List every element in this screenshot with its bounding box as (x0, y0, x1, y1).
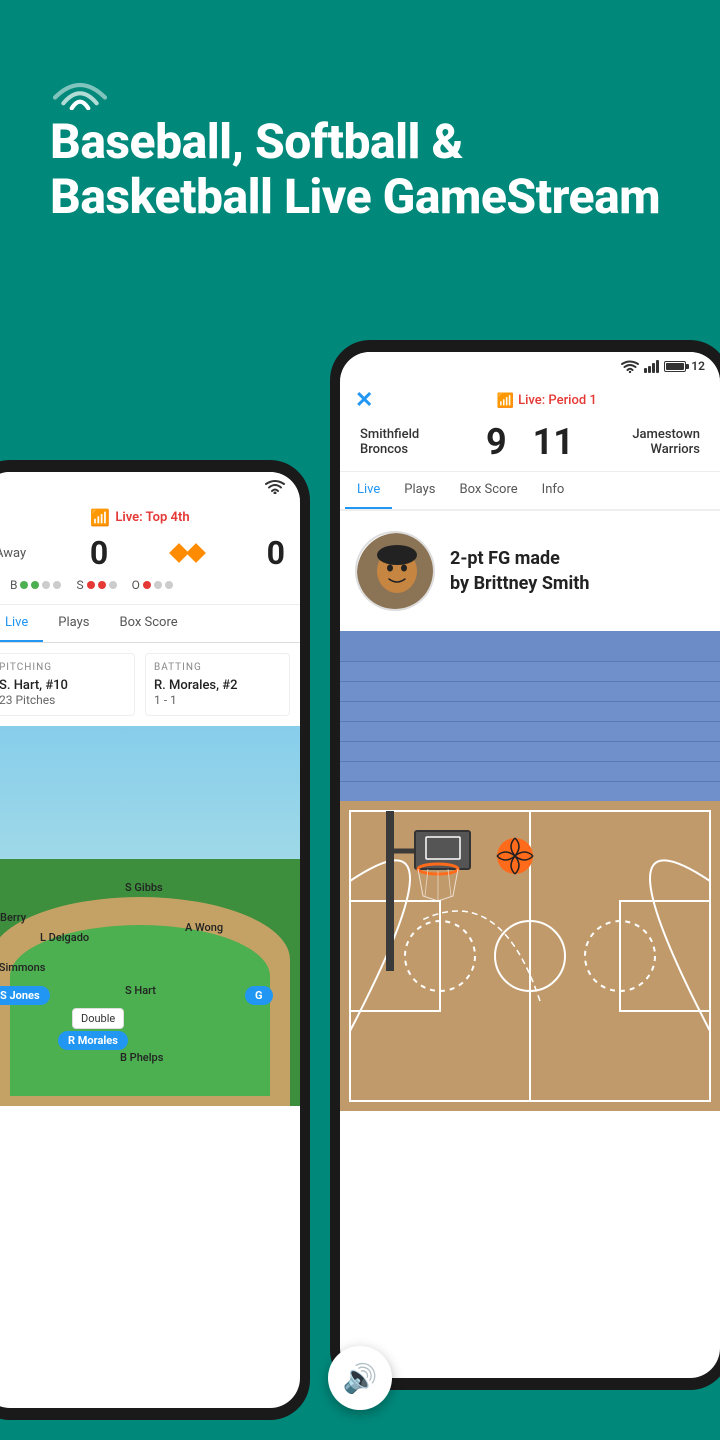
player-b-phelps: B Phelps (120, 1051, 163, 1064)
away-score: 0 (90, 534, 108, 572)
pitching-label: PITCHING (0, 662, 126, 673)
player-s-gibbs: S Gibbs (125, 881, 163, 894)
tabs-right: Live Plays Box Score Info (340, 472, 720, 511)
status-bar-left (0, 472, 300, 500)
tab-live-left[interactable]: Live (0, 605, 43, 642)
play-line2: by Brittney Smith (450, 571, 589, 596)
field-infield-grass (10, 925, 270, 1096)
player-avatar-svg (357, 533, 435, 611)
player-avatar (355, 531, 435, 611)
strikes-indicator: S (76, 578, 116, 592)
play-description: 2-pt FG made by Brittney Smith (450, 546, 589, 596)
bleachers (340, 631, 720, 801)
team1-name: Smithfield Broncos (360, 427, 460, 457)
batter-name: R. Morales, #2 (154, 678, 281, 693)
player-l-delgado: L Delgado (40, 931, 89, 944)
battery-indicator-right (664, 361, 686, 372)
hero-section: Baseball, Softball & Basketball Live Gam… (0, 0, 720, 264)
status-bar-right: 12 (340, 352, 720, 380)
phone-left-screen: 📶 Live: Top 4th Away 0 0 B (0, 472, 300, 1408)
play-highlight: 2-pt FG made by Brittney Smith (340, 511, 720, 631)
close-btn-right[interactable]: ✕ (355, 388, 373, 413)
home-score: 0 (267, 534, 285, 572)
balls-indicator: B (10, 578, 61, 592)
hoop-svg (360, 801, 480, 981)
app-title: Baseball, Softball & Basketball Live Gam… (50, 114, 670, 224)
player-a-wong: A Wong (185, 921, 223, 934)
right-phone-header: ✕ 📶 Live: Period 1 Smithfield Broncos 9 … (340, 380, 720, 472)
away-label: Away (0, 546, 26, 561)
basketball (495, 836, 535, 876)
speaker-button[interactable]: 🔊 (328, 1346, 392, 1410)
pitcher-detail: 23 Pitches (0, 693, 126, 707)
team2-name: Jamestown Warriors (600, 427, 700, 457)
live-text-right: Live: Period 1 (518, 393, 597, 408)
team1-score: 9 (486, 421, 507, 463)
left-phone-header: 📶 Live: Top 4th Away 0 0 B (0, 500, 300, 605)
basketball-court (340, 631, 720, 1111)
batting-label: BATTING (154, 662, 281, 673)
stats-row-left: PITCHING S. Hart, #10 23 Pitches BATTING… (0, 643, 300, 726)
play-line1: 2-pt FG made (450, 546, 589, 571)
double-indicator: Double (72, 1008, 124, 1029)
phone-right-screen: 12 ✕ 📶 Live: Period 1 Smithfield Broncos… (340, 352, 720, 1378)
player-r-morales-badge: R Morales (58, 1031, 128, 1050)
live-indicator-left: 📶 Live: Top 4th (0, 508, 285, 527)
live-text-left: Live: Top 4th (115, 510, 189, 525)
wifi-status-right (621, 359, 639, 373)
diamond-2 (186, 543, 206, 563)
scoreboard-right: Smithfield Broncos 9 11 Jamestown Warrio… (355, 421, 705, 463)
app-logo (50, 60, 670, 114)
player-g-badge: G (245, 986, 273, 1005)
time-display: 12 (691, 359, 705, 373)
signal-bars-right (644, 359, 659, 373)
tab-plays-right[interactable]: Plays (392, 472, 447, 509)
speaker-icon: 🔊 (343, 1362, 378, 1395)
court-floor (340, 801, 720, 1111)
batting-box: BATTING R. Morales, #2 1 - 1 (145, 653, 290, 716)
player-a-berry: A Berry (0, 911, 26, 924)
tab-live-right[interactable]: Live (345, 472, 392, 509)
wifi-status-left (265, 478, 285, 494)
player-f-simmons: F Simmons (0, 961, 45, 974)
phone-left: 📶 Live: Top 4th Away 0 0 B (0, 460, 310, 1420)
pitching-box: PITCHING S. Hart, #10 23 Pitches (0, 653, 135, 716)
tab-boxscore-right[interactable]: Box Score (447, 472, 529, 509)
bso-row: B S O (0, 574, 285, 596)
baseball-diamonds (172, 546, 203, 560)
live-dot-left: 📶 (90, 508, 110, 527)
phone-right: 12 ✕ 📶 Live: Period 1 Smithfield Broncos… (330, 340, 720, 1390)
baseball-field: A Berry S Gibbs L Delgado A Wong F Simmo… (0, 726, 300, 1106)
batter-detail: 1 - 1 (154, 693, 281, 707)
header-top-row-right: ✕ 📶 Live: Period 1 (355, 388, 705, 413)
team2-score: 11 (533, 421, 574, 463)
tabs-left: Live Plays Box Score (0, 605, 300, 643)
scoreboard-left: Away 0 0 (0, 532, 285, 574)
tab-boxscore-left[interactable]: Box Score (104, 605, 192, 642)
player-s-jones-badge: S Jones (0, 986, 50, 1005)
outs-indicator: O (132, 578, 173, 592)
tab-info-right[interactable]: Info (530, 472, 577, 509)
phones-display: 📶 Live: Top 4th Away 0 0 B (0, 340, 720, 1440)
pitcher-name: S. Hart, #10 (0, 678, 126, 693)
live-indicator-right: 📶 Live: Period 1 (388, 393, 705, 409)
player-s-hart: S Hart (125, 984, 156, 997)
tab-plays-left[interactable]: Plays (43, 605, 104, 642)
